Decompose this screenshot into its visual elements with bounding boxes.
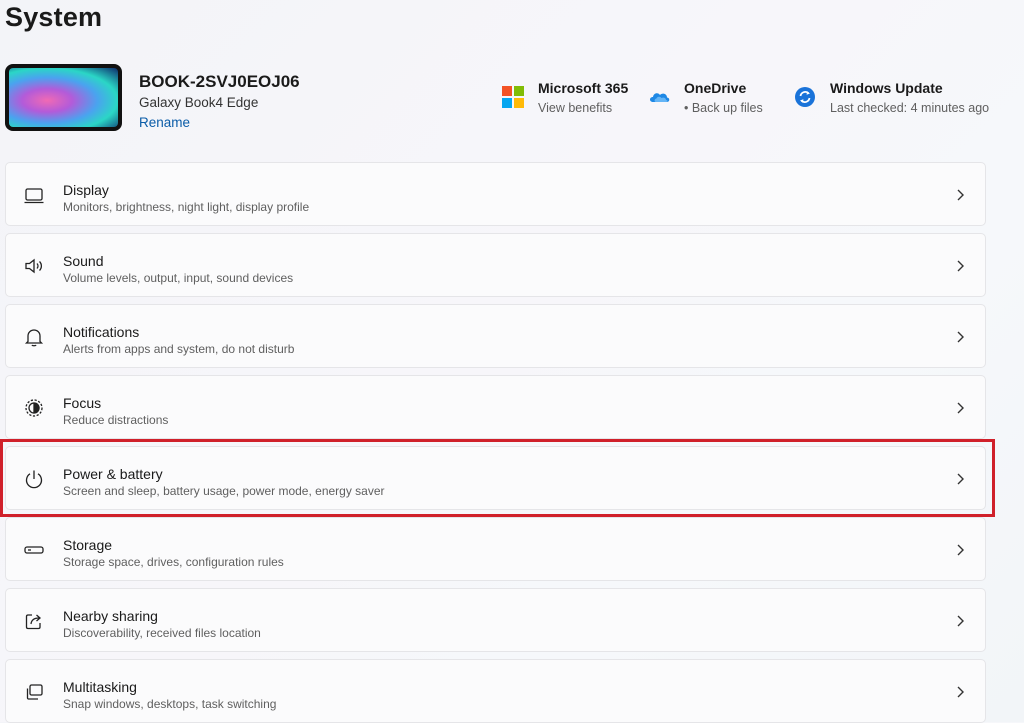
windows-update-icon: [795, 87, 815, 107]
power-icon: [25, 470, 43, 489]
settings-item-title: Nearby sharing: [63, 608, 158, 624]
settings-item-title: Storage: [63, 537, 113, 553]
display-icon: [24, 188, 44, 204]
device-name: BOOK-2SVJ0EOJ06: [139, 72, 300, 91]
settings-item-title: Sound: [63, 253, 104, 269]
quick-link-title: OneDrive: [684, 80, 747, 96]
bell-icon: [24, 329, 44, 347]
settings-item-subtitle: Alerts from apps and system, do not dist…: [63, 342, 295, 356]
chevron-right-icon: [957, 615, 964, 627]
settings-item-subtitle: Discoverability, received files location: [63, 626, 261, 640]
quick-link-subtitle: Last checked: 4 minutes ago: [830, 101, 990, 115]
settings-item-subtitle: Snap windows, desktops, task switching: [63, 697, 277, 711]
settings-item-multitasking[interactable]: Multitasking Snap windows, desktops, tas…: [5, 659, 986, 723]
microsoft-365-icon: [502, 86, 524, 108]
chevron-right-icon: [957, 686, 964, 698]
chevron-right-icon: [957, 331, 964, 343]
settings-item-focus[interactable]: Focus Reduce distractions: [5, 375, 986, 439]
settings-item-subtitle: Monitors, brightness, night light, displ…: [63, 200, 310, 214]
quick-link-subtitle: • Back up files: [684, 101, 763, 115]
chevron-right-icon: [957, 473, 964, 485]
settings-item-title: Multitasking: [63, 679, 137, 695]
settings-item-subtitle: Reduce distractions: [63, 413, 169, 427]
chevron-right-icon: [957, 260, 964, 272]
settings-item-sound[interactable]: Sound Volume levels, output, input, soun…: [5, 233, 986, 297]
settings-item-title: Focus: [63, 395, 102, 411]
focus-icon: [25, 399, 43, 417]
chevron-right-icon: [957, 544, 964, 556]
device-model: Galaxy Book4 Edge: [139, 95, 259, 110]
page-title: System: [5, 2, 103, 32]
quick-link-title: Microsoft 365: [538, 80, 629, 96]
settings-item-subtitle: Screen and sleep, battery usage, power m…: [63, 484, 385, 498]
settings-item-display[interactable]: Display Monitors, brightness, night ligh…: [5, 162, 986, 226]
chevron-right-icon: [957, 189, 964, 201]
sound-icon: [25, 258, 43, 274]
multitasking-icon: [26, 684, 43, 700]
settings-item-title: Power & battery: [63, 466, 163, 482]
settings-item-notifications[interactable]: Notifications Alerts from apps and syste…: [5, 304, 986, 368]
rename-link[interactable]: Rename: [139, 115, 190, 130]
storage-icon: [24, 546, 44, 554]
device-thumbnail: [5, 64, 122, 131]
share-icon: [25, 614, 41, 630]
settings-item-nearby-sharing[interactable]: Nearby sharing Discoverability, received…: [5, 588, 986, 652]
settings-item-title: Notifications: [63, 324, 140, 340]
settings-item-storage[interactable]: Storage Storage space, drives, configura…: [5, 517, 986, 581]
chevron-right-icon: [957, 402, 964, 414]
settings-item-power-battery[interactable]: Power & battery Screen and sleep, batter…: [5, 446, 986, 510]
settings-item-title: Display: [63, 182, 109, 198]
settings-item-subtitle: Volume levels, output, input, sound devi…: [63, 271, 294, 285]
quick-link-title: Windows Update: [830, 80, 943, 96]
settings-item-subtitle: Storage space, drives, configuration rul…: [63, 555, 284, 569]
onedrive-icon: [650, 93, 670, 102]
quick-link-subtitle: View benefits: [538, 101, 613, 115]
